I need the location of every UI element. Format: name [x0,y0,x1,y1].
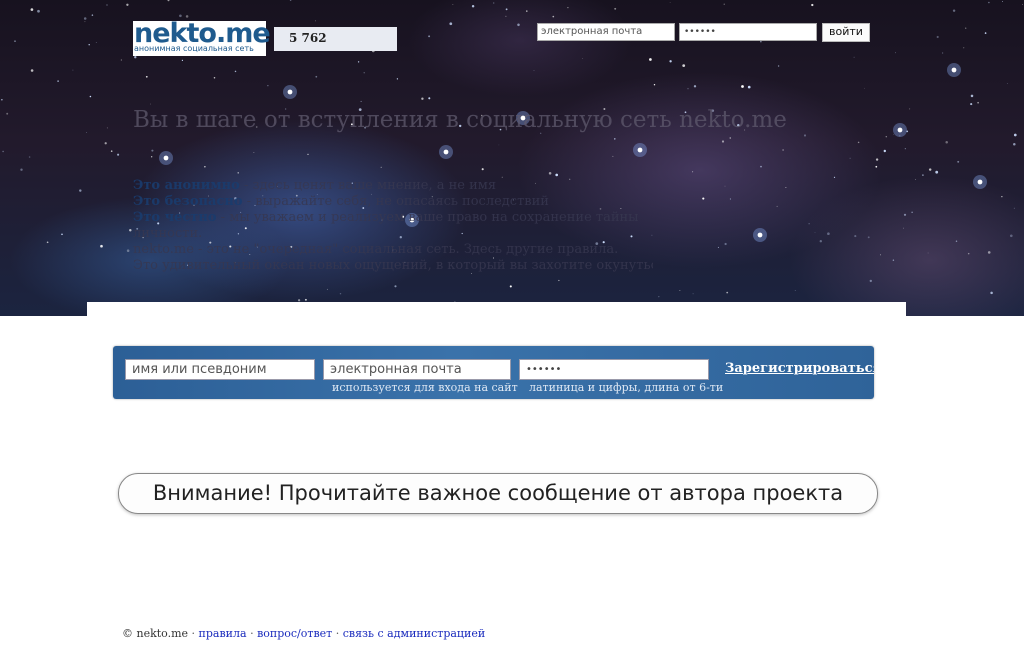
logo-tagline: анонимная социальная сеть [134,44,254,53]
space-header: nekto.me анонимная социальная сеть 5 762… [0,0,1024,316]
hero-line-text: nekto.me - это не "очередная" социальная… [133,242,619,257]
counter-value: 5 762 [289,31,327,45]
registration-form: имя или псевдоним электронная почта ••••… [113,346,874,399]
footer: © nekto.me · правила · вопрос/ответ · св… [122,627,485,641]
footer-separator: · [335,627,340,640]
footer-link-rules[interactable]: правила [199,627,247,640]
register-button[interactable]: Зарегистрироваться [725,360,874,378]
hero-description: Это анонимно - здесь ценят ваше мнение, … [133,178,653,274]
copyright: © nekto.me [122,627,189,640]
hero-line: личности. [133,226,653,242]
hero-line-text: Это удивительный океан новых ощущений, в… [133,258,653,273]
hero-line: Это честно - мы уважаем и реализуем ваше… [133,210,653,226]
login-password-input[interactable]: •••••• [679,23,817,41]
hero-line: Это удивительный океан новых ощущений, в… [133,258,653,274]
footer-link-faq[interactable]: вопрос/ответ [257,627,332,640]
footer-separator: · [250,627,254,640]
hero-line-text: - выражайте себя, не опасаясь последстви… [242,194,549,209]
hero-line-text: личности. [133,226,203,241]
register-password-input[interactable]: •••••• [519,359,709,380]
hero-line-text: - мы уважаем и реализуем ваше право на с… [216,210,639,225]
site-logo[interactable]: nekto.me анонимная социальная сеть [133,19,271,56]
login-email-input[interactable]: электронная почта [537,23,675,41]
footer-separator: · [191,627,196,640]
author-notice-button[interactable]: Внимание! Прочитайте важное сообщение от… [118,473,878,514]
hero-line-bold: Это безопасно [133,194,243,209]
hero-line-bold: Это честно [133,210,217,225]
email-hint: используется для входа на сайт [332,381,518,394]
hero-line-bold: Это анонимно [133,178,240,193]
online-counter: 5 762 [274,27,397,51]
footer-link-contact[interactable]: связь с администрацией [343,627,485,640]
register-name-input[interactable]: имя или псевдоним [125,359,315,380]
hero-line-text: - здесь ценят ваше мнение, а не имя [239,178,497,193]
hero-line: nekto.me - это не "очередная" социальная… [133,242,653,258]
content-panel-top [87,302,906,322]
login-button[interactable]: войти [822,23,870,42]
register-email-input[interactable]: электронная почта [323,359,511,380]
password-hint: латиница и цифры, длина от 6-ти [529,381,724,394]
hero-title: Вы в шаге от вступления в социальную сет… [133,107,787,133]
hero-line: Это безопасно - выражайте себя, не опаса… [133,194,653,210]
hero-line: Это анонимно - здесь ценят ваше мнение, … [133,178,653,194]
